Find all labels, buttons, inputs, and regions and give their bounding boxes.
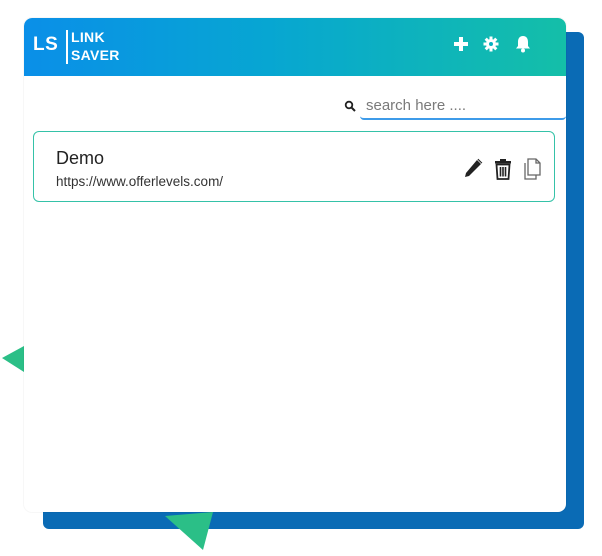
logo-divider — [66, 30, 68, 64]
logo-short: LS — [33, 34, 59, 55]
app-panel: LS LINK SAVER search here .... Demo http… — [24, 18, 566, 512]
notifications-button[interactable] — [512, 35, 534, 57]
delete-button[interactable] — [492, 157, 514, 181]
link-url[interactable]: https://www.offerlevels.com/ — [56, 174, 223, 189]
settings-button[interactable] — [480, 35, 502, 57]
edit-button[interactable] — [462, 157, 484, 181]
gear-icon — [483, 36, 499, 57]
copy-button[interactable] — [522, 157, 544, 181]
logo-line-1: LINK — [71, 29, 105, 45]
link-title: Demo — [56, 148, 105, 168]
logo-text: LINK SAVER — [71, 28, 120, 64]
search-bar — [340, 92, 566, 120]
edit-icon — [462, 158, 484, 185]
plus-icon — [453, 36, 469, 57]
search-icon — [344, 99, 356, 112]
decor-triangle-left — [2, 346, 26, 374]
copy-icon — [522, 158, 544, 185]
delete-icon — [492, 159, 514, 185]
decor-triangle-bottom — [165, 512, 215, 552]
link-item[interactable]: Demo https://www.offerlevels.com/ — [33, 131, 555, 202]
bell-icon — [515, 35, 531, 58]
logo-line-2: SAVER — [71, 47, 120, 63]
app-header: LS LINK SAVER — [24, 18, 566, 76]
add-link-button[interactable] — [450, 35, 472, 57]
search-input[interactable] — [360, 92, 566, 120]
